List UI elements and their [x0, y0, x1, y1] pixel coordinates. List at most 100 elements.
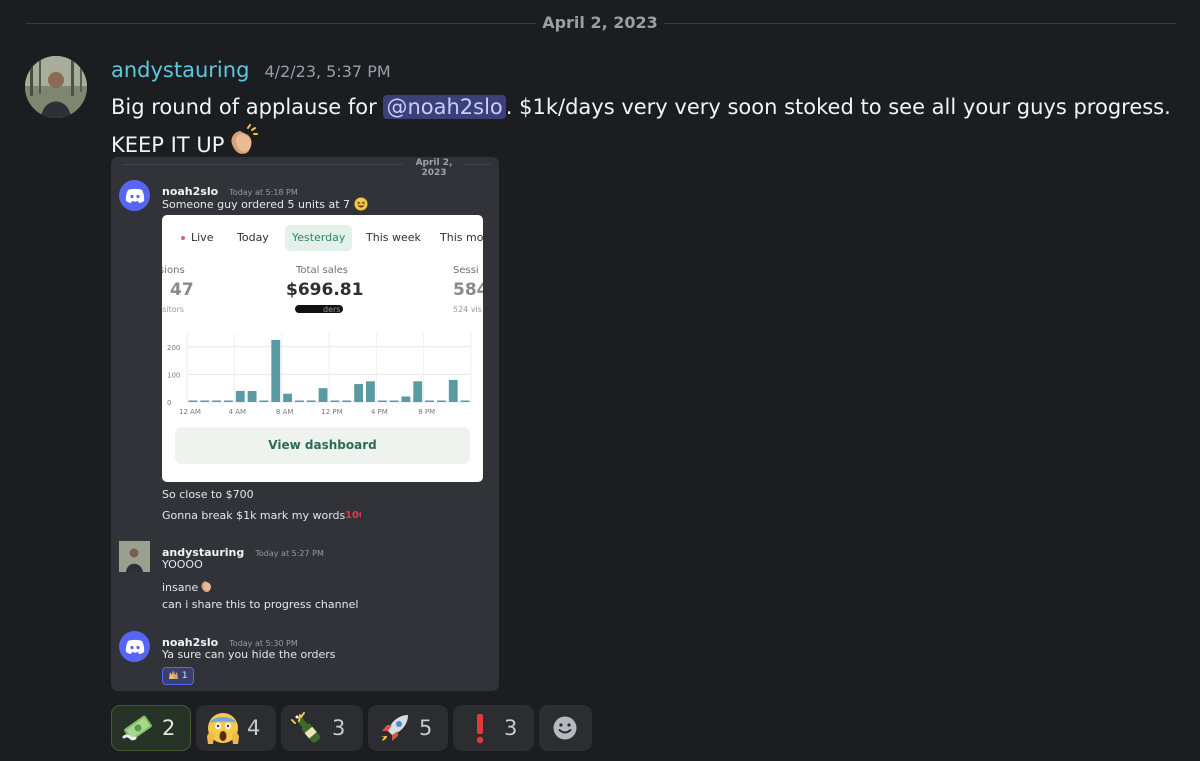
- reaction-face-screaming[interactable]: 4: [196, 705, 276, 751]
- date-divider: April 2, 2023: [0, 10, 1200, 38]
- right-stat-sub: 524 vis: [453, 305, 482, 314]
- tab-this-week[interactable]: This week: [359, 225, 428, 251]
- bar: [224, 400, 233, 402]
- x-tick-label: 12 AM: [179, 408, 201, 416]
- x-tick-label: 8 AM: [276, 408, 294, 416]
- bar: [271, 339, 281, 402]
- user-mention[interactable]: @noah2slo: [383, 95, 506, 119]
- reaction-money-with-wings[interactable]: 2: [111, 705, 191, 751]
- embedded-line: insane: [162, 578, 214, 594]
- user-avatar: [119, 541, 150, 572]
- reaction-count: 4: [247, 716, 261, 740]
- date-divider-label: April 2, 2023: [542, 13, 658, 32]
- y-tick-label: 100: [167, 371, 180, 379]
- money-with-wings-icon: [120, 710, 156, 746]
- tab-yesterday[interactable]: Yesterday: [285, 225, 353, 251]
- exclamation-icon: [462, 710, 498, 746]
- message-header: andystauring 4/2/23, 5:37 PM: [111, 58, 391, 86]
- add-reaction-button[interactable]: [539, 705, 592, 751]
- embedded-line: So close to $700: [162, 488, 254, 501]
- divider-line: [123, 164, 403, 165]
- reaction-count: 5: [419, 716, 433, 740]
- sessions-label: sions: [162, 265, 185, 276]
- bar: [413, 381, 423, 402]
- bar: [448, 379, 458, 402]
- avatar[interactable]: [25, 56, 87, 118]
- bar: [437, 400, 446, 402]
- reaction-champagne-celebration[interactable]: 3: [281, 705, 363, 751]
- divider-line: [465, 164, 491, 165]
- grinning-squint-icon: [354, 197, 368, 211]
- bar: [330, 400, 340, 402]
- view-dashboard-button[interactable]: View dashboard: [175, 427, 470, 464]
- bar: [283, 393, 292, 402]
- embedded-line-text: Gonna break $1k mark my words: [162, 509, 346, 522]
- embedded-message: noah2slo Today at 5:18 PM Someone guy or…: [119, 180, 491, 522]
- reaction-rocket[interactable]: 5: [368, 705, 448, 751]
- y-tick-label: 200: [167, 344, 180, 352]
- x-tick-label: 4 AM: [229, 408, 247, 416]
- bar: [188, 400, 198, 402]
- reaction-count: 3: [504, 716, 518, 740]
- rocket-icon: [377, 710, 413, 746]
- live-dot-icon: [181, 236, 185, 240]
- bar: [425, 400, 434, 402]
- x-tick-label: 12 PM: [321, 408, 342, 416]
- message-timestamp: 4/2/23, 5:37 PM: [264, 62, 391, 81]
- bar: [212, 400, 221, 402]
- tab-live[interactable]: Live: [174, 225, 220, 251]
- embedded-date-label: April 2, 2023: [415, 158, 453, 178]
- embedded-line: Ya sure can you hide the orders: [162, 648, 336, 661]
- bar: [460, 400, 470, 402]
- clapping-hands-icon: [198, 581, 214, 594]
- right-stat-value: 584: [453, 280, 483, 300]
- reaction-count: 2: [162, 716, 176, 740]
- tab-this-month[interactable]: This mor: [433, 225, 483, 251]
- bar: [295, 400, 304, 402]
- total-sales-value: $696.81: [286, 280, 364, 300]
- embedded-message: noah2slo Today at 5:30 PM Ya sure can yo…: [119, 631, 491, 685]
- total-sales-label: Total sales: [296, 265, 349, 276]
- embedded-line: Someone guy ordered 5 units at 7: [162, 197, 368, 211]
- period-tabs: Live Today Yesterday This week This mor: [162, 225, 483, 251]
- embedded-line: can i share this to progress channel: [162, 598, 359, 611]
- bar: [200, 400, 210, 402]
- embedded-time: Today at 5:18 PM: [229, 188, 298, 197]
- reaction-exclamation[interactable]: 3: [453, 705, 534, 751]
- bar: [377, 400, 387, 402]
- embedded-line: Gonna break $1k mark my words100: [162, 508, 366, 522]
- y-tick-label: 0: [167, 399, 171, 407]
- bar: [342, 400, 352, 402]
- embedded-line: YOOOO: [162, 558, 203, 571]
- orders-sub: ders: [323, 305, 341, 314]
- bar: [306, 400, 316, 402]
- reaction-count: 3: [332, 716, 346, 740]
- smiley-add-icon: [547, 710, 583, 746]
- right-stat-label: Sessi: [453, 265, 479, 276]
- message-author[interactable]: andystauring: [111, 58, 249, 82]
- x-tick-label: 8 PM: [418, 408, 435, 416]
- message-text: KEEP IT UP: [111, 133, 225, 157]
- embedded-message: andystauring Today at 5:27 PM YOOOO insa…: [119, 541, 491, 611]
- raised-hands-icon: [168, 670, 179, 681]
- embedded-image[interactable]: April 2, 2023 noah2slo Today at 5:18 PM …: [111, 157, 499, 691]
- sessions-value: 47: [170, 280, 194, 300]
- analytics-card: Live Today Yesterday This week This mor …: [162, 215, 483, 482]
- bar: [401, 396, 411, 402]
- message-text: Big round of applause for: [111, 95, 384, 119]
- sales-bar-chart: 0 100 200 12 AM 4 AM 8 AM 12 PM 4 PM 8 PM: [167, 333, 472, 416]
- sessions-sub: isitors: [162, 305, 185, 314]
- champagne-celebration-icon: [290, 710, 326, 746]
- bar: [354, 384, 363, 402]
- discord-avatar-icon: [119, 180, 150, 211]
- embedded-reaction: 1: [162, 667, 194, 685]
- x-tick-label: 4 PM: [371, 408, 388, 416]
- tab-today[interactable]: Today: [230, 225, 276, 251]
- bar: [235, 390, 245, 402]
- bar: [366, 381, 375, 402]
- discord-avatar-icon: [119, 631, 150, 662]
- bar: [318, 388, 328, 402]
- svg-text:100: 100: [345, 510, 361, 520]
- face-screaming-icon: [205, 710, 241, 746]
- message-text: . $1k/days very very soon stoked to see …: [505, 95, 1171, 119]
